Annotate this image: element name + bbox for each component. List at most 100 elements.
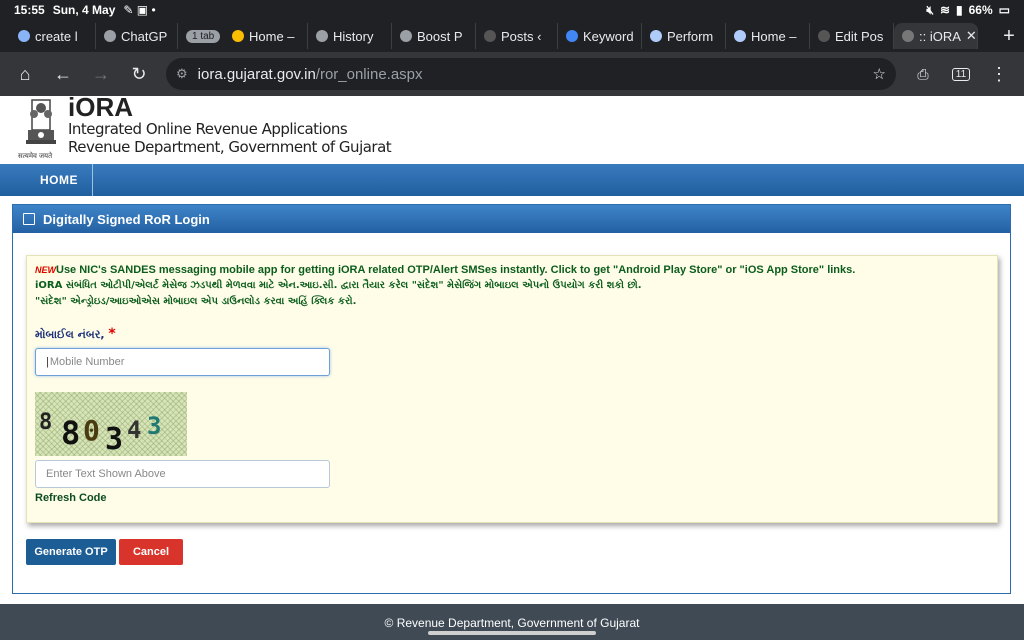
tab-home-2[interactable]: Home – <box>726 23 810 49</box>
footer-copyright: © Revenue Department, Government of Guja… <box>384 616 640 630</box>
nav-home-link[interactable]: HOME <box>26 164 93 196</box>
translate-icon[interactable]: ⎙ <box>906 57 940 91</box>
cancel-button[interactable]: Cancel <box>119 539 183 565</box>
captcha-digit: 8 <box>61 414 81 452</box>
address-bar[interactable]: ⚙ iora.gujarat.gov.in/ror_online.aspx ☆ <box>166 58 896 90</box>
captcha-placeholder: Enter Text Shown Above <box>46 468 166 480</box>
captcha-digit: 4 <box>127 416 142 444</box>
home-icon[interactable]: ⌂ <box>8 57 42 91</box>
tab-history[interactable]: History <box>308 23 392 49</box>
tab-group-count: 1 tab <box>186 29 221 43</box>
keyword-icon <box>566 30 578 42</box>
panel-title: Digitally Signed RoR Login <box>43 211 210 227</box>
site-subtitle-2: Revenue Department, Government of Gujara… <box>68 138 392 156</box>
emblem-caption: सत्यमेव जयते <box>18 153 53 160</box>
notice-english[interactable]: Use NIC's SANDES messaging mobile app fo… <box>56 264 855 276</box>
status-date: Sun, 4 May <box>52 3 116 17</box>
tab-edit-post[interactable]: Edit Pos <box>810 23 894 49</box>
mobile-number-input[interactable]: | Mobile Number <box>35 348 330 376</box>
tab-label: Home – <box>751 28 797 44</box>
captcha-digit: 3 <box>147 412 162 440</box>
app-name: iORA <box>68 96 133 122</box>
notice-gujarati-2[interactable]: "સંદેશ" એન્ડ્રોઇડ/આઇઓએસ મોબાઇલ એપ ડાઉનલો… <box>35 294 855 310</box>
tab-label: History <box>333 28 374 44</box>
tab-label: Posts ‹ <box>501 28 542 44</box>
tab-label: create l <box>35 28 78 44</box>
tab-strip: create l ChatGP 1 tab• Home – History Bo… <box>0 20 1024 52</box>
tab-label: Boost P <box>417 28 463 44</box>
required-mark: * <box>108 326 116 342</box>
site-settings-icon[interactable]: ⚙ <box>176 66 188 82</box>
wordpress-icon <box>818 30 830 42</box>
tab-label: Keyword <box>583 28 634 44</box>
bookmark-star-icon[interactable]: ☆ <box>873 65 886 83</box>
captcha-image: 8 8 0 3 4 3 880343 <box>35 392 187 457</box>
mobile-number-label: મોબાઈલ નંબર, * <box>35 326 116 342</box>
tab-chatgpt[interactable]: ChatGP <box>96 23 178 49</box>
close-icon[interactable]: ✕ <box>966 28 977 44</box>
state-emblem-icon <box>26 99 56 144</box>
text-cursor: | <box>46 356 49 368</box>
tab-label: Edit Pos <box>835 28 884 44</box>
notice-gujarati-1: iORA સંબંધિત ઓટીપી/એલર્ટ મેસેજ ઝડપથી મેળ… <box>35 280 642 291</box>
store-icon <box>650 30 662 42</box>
wordpress-icon <box>484 30 496 42</box>
captcha-digit: 0 <box>83 414 100 447</box>
chrome-icon <box>316 30 328 42</box>
new-tab-button[interactable]: + <box>994 25 1024 48</box>
new-badge: NEW <box>35 265 56 275</box>
tab-count: 11 <box>951 67 971 81</box>
tab-label: ChatGP <box>121 28 168 44</box>
back-icon[interactable]: ← <box>46 57 80 91</box>
reload-icon[interactable]: ↻ <box>122 57 156 91</box>
login-panel: Digitally Signed RoR Login NEWUse NIC's … <box>12 204 1011 594</box>
form-box: NEWUse NIC's SANDES messaging mobile app… <box>26 255 998 523</box>
captcha-input[interactable]: Enter Text Shown Above <box>35 460 330 488</box>
tab-posts[interactable]: Posts ‹ <box>476 23 558 49</box>
forward-icon[interactable]: → <box>84 57 118 91</box>
tab-switcher-button[interactable]: 11 <box>944 57 978 91</box>
tab-group-1-tab[interactable]: 1 tab• <box>178 23 224 49</box>
tab-perform[interactable]: Perform <box>642 23 726 49</box>
browser-toolbar: ⌂ ← → ↻ ⚙ iora.gujarat.gov.in/ror_online… <box>0 52 1024 96</box>
signal-icon: ▮ <box>956 3 963 17</box>
panel-header: Digitally Signed RoR Login <box>13 205 1010 233</box>
emblem-favicon-icon <box>902 30 914 42</box>
captcha-digit: 3 <box>105 422 124 457</box>
chatgpt-icon <box>104 30 116 42</box>
mobile-label-text: મોબાઈલ નંબર, <box>35 328 105 341</box>
gesture-home-bar[interactable] <box>428 631 596 635</box>
refresh-code-link[interactable]: Refresh Code <box>35 492 107 504</box>
tab-label: Home – <box>249 28 295 44</box>
status-time: 15:55 <box>14 3 45 17</box>
tab-keyword[interactable]: Keyword <box>558 23 642 49</box>
boost-icon <box>400 30 412 42</box>
battery-level: 66% <box>968 3 993 17</box>
tab-iora-active[interactable]: :: iORA ✕ <box>894 23 978 49</box>
tab-label: Perform <box>667 28 714 44</box>
document-icon <box>23 213 35 225</box>
main-nav: HOME <box>0 164 1024 196</box>
web-page: सत्यमेव जयते iORA Integrated Online Reve… <box>0 96 1024 640</box>
store-icon <box>734 30 746 42</box>
system-status-bar: 15:55 Sun, 4 May ✎ ▣ • 🔇︎ ≋ ▮ 66% ▭ <box>0 0 1024 20</box>
tab-create[interactable]: create l <box>10 23 96 49</box>
tab-home-1[interactable]: Home – <box>224 23 308 49</box>
url-path: /ror_online.aspx <box>315 65 423 83</box>
url-domain: iora.gujarat.gov.in <box>197 65 316 83</box>
menu-kebab-icon[interactable]: ⋮ <box>982 57 1016 91</box>
url-text[interactable]: iora.gujarat.gov.in/ror_online.aspx <box>198 66 863 83</box>
site-header: सत्यमेव जयते iORA Integrated Online Reve… <box>0 96 1024 164</box>
tab-boost[interactable]: Boost P <box>392 23 476 49</box>
sandes-notice[interactable]: NEWUse NIC's SANDES messaging mobile app… <box>35 262 855 310</box>
wifi-icon: ≋ <box>939 3 951 17</box>
mobile-placeholder: Mobile Number <box>49 356 125 368</box>
pencil-icon <box>232 30 244 42</box>
battery-icon: ▭ <box>998 3 1010 17</box>
search-icon <box>18 30 30 42</box>
mute-icon: 🔇︎ <box>926 2 934 17</box>
generate-otp-button[interactable]: Generate OTP <box>26 539 116 565</box>
notification-icons: ✎ ▣ • <box>123 3 156 17</box>
site-brand: iORA Integrated Online Revenue Applicati… <box>68 96 392 156</box>
site-subtitle-1: Integrated Online Revenue Applications <box>68 120 348 138</box>
